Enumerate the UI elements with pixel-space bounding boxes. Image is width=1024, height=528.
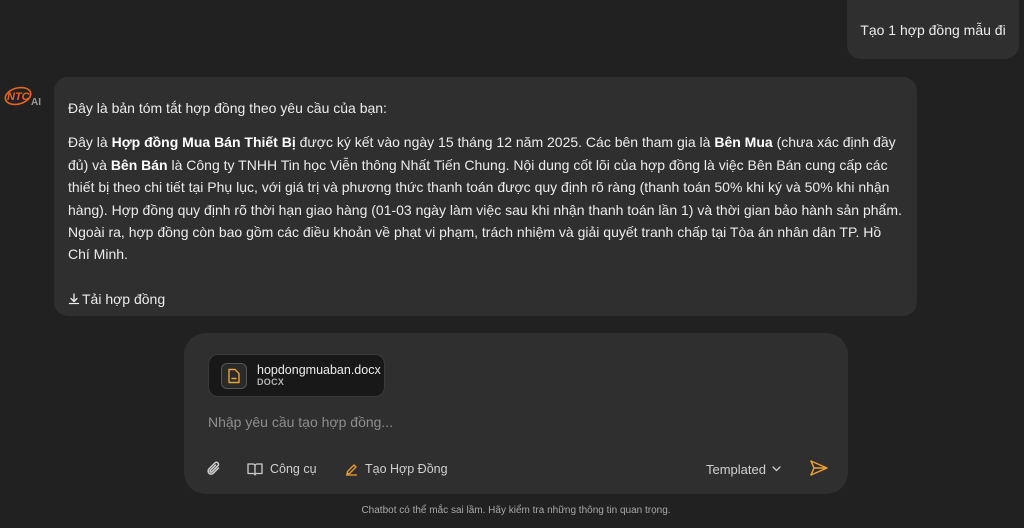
chevron-down-icon (772, 466, 781, 472)
summary-part-1: Đây là (68, 134, 112, 151)
summary-part-2: được ký kết vào ngày 15 tháng 12 năm 202… (295, 134, 715, 151)
paperclip-icon (207, 461, 220, 475)
file-icon (221, 362, 247, 389)
create-contract-button[interactable]: Tạo Hợp Đồng (345, 457, 448, 481)
bot-summary-paragraph: Đây là Hợp đồng Mua Bán Thiết Bị được ký… (68, 131, 903, 265)
attached-file-chip[interactable]: hopdongmuaban.docx DOCX (208, 354, 385, 397)
bot-avatar: NTC AI (4, 83, 44, 109)
send-icon (810, 460, 828, 476)
download-icon (68, 293, 80, 305)
prompt-input[interactable] (208, 411, 818, 433)
send-button[interactable] (808, 458, 830, 480)
book-icon (247, 463, 263, 476)
tools-label: Công cụ (270, 462, 317, 476)
composer: hopdongmuaban.docx DOCX Công cụ Tạo Hợp … (184, 333, 848, 494)
file-name: hopdongmuaban.docx (257, 363, 381, 377)
create-contract-label: Tạo Hợp Đồng (365, 462, 448, 476)
tools-button[interactable]: Công cụ (247, 457, 317, 481)
file-type: DOCX (257, 377, 285, 387)
avatar-logo-text: NTC (7, 91, 31, 103)
download-contract-link[interactable]: Tải hợp đồng (68, 288, 165, 310)
user-message-bubble: Tạo 1 hợp đồng mẫu đi (847, 0, 1019, 59)
buyer-label: Bên Mua (714, 134, 773, 151)
seller-label: Bên Bán (110, 156, 168, 173)
contract-name: Hợp đồng Mua Bán Thiết Bị (111, 134, 296, 151)
mode-label: Templated (706, 461, 766, 477)
download-label: Tải hợp đồng (82, 290, 166, 307)
summary-part-4: là Công ty TNHH Tin học Viễn thông Nhất … (68, 156, 902, 263)
bot-intro-text: Đây là bản tóm tắt hợp đồng theo yêu cầu… (68, 100, 387, 116)
bot-message-bubble: Đây là bản tóm tắt hợp đồng theo yêu cầu… (54, 77, 917, 316)
attach-button[interactable] (204, 459, 224, 479)
avatar-ai-text: AI (31, 97, 41, 108)
pencil-icon (345, 463, 358, 476)
mode-select[interactable]: Templated (706, 459, 781, 479)
user-message-text: Tạo 1 hợp đồng mẫu đi (860, 21, 1006, 38)
disclaimer-text: Chatbot có thể mắc sai lầm. Hãy kiểm tra… (361, 505, 671, 516)
